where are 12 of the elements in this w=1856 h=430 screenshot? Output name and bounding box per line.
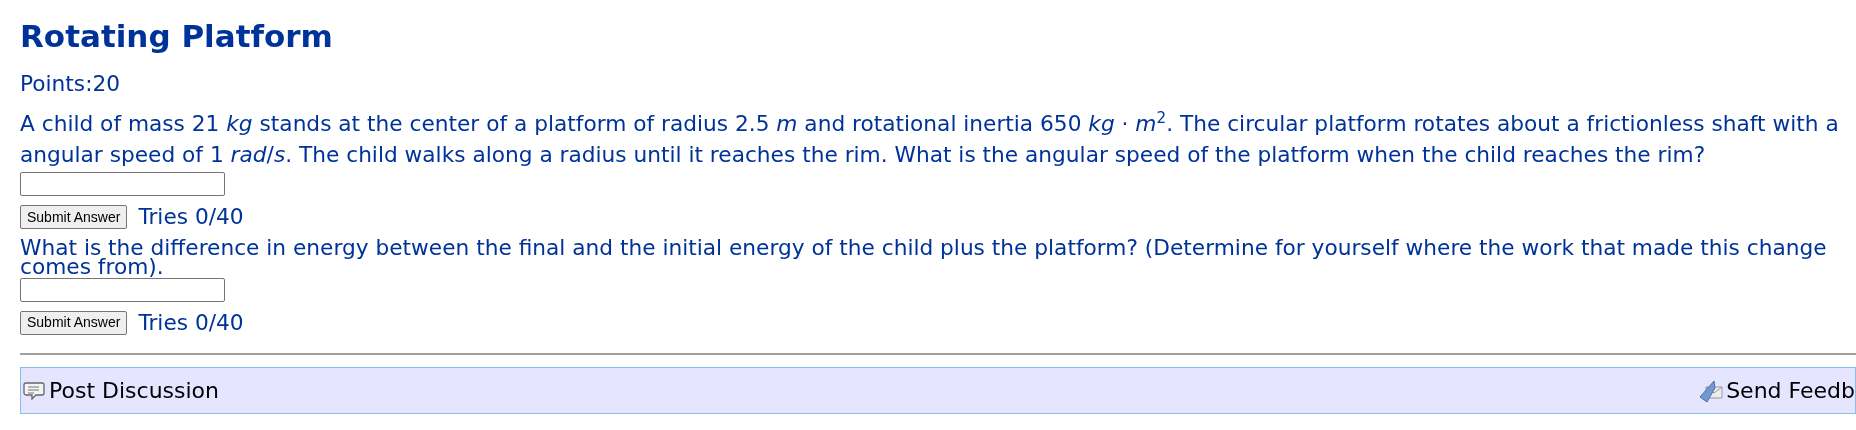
tries-counter: Tries 0/40 xyxy=(138,308,244,337)
submit-button[interactable]: Submit Answer xyxy=(20,310,128,335)
post-discussion-link[interactable]: Post Discussion xyxy=(49,374,220,408)
answer-field[interactable] xyxy=(20,172,225,196)
tries-counter: Tries 0/40 xyxy=(138,203,244,231)
send-feedback-link[interactable]: Send Feedb xyxy=(1726,374,1855,408)
page-title: Rotating Platform xyxy=(20,17,333,56)
question-text: A child of mass 21 kg stands at the center of a platform of radius 2.5 m and rotational inertia 650 kg · m$^{2}$. The circular platform rotates about a frictionless shaft with a angular speed of 1 rad/s. The child walks along a radius until it reaches the rim. What is the angular speed of the platform when the child reaches the rim? xyxy=(20,108,1839,169)
question-text: What is the difference in energy between the final and the initial energy of the child plus the platform? (Determine for yourself where the work that made this change comes from). xyxy=(20,237,1827,276)
answer-field[interactable] xyxy=(20,277,225,302)
points-label: Points:20 xyxy=(20,72,121,96)
submit-button[interactable]: Submit Answer xyxy=(20,205,128,230)
